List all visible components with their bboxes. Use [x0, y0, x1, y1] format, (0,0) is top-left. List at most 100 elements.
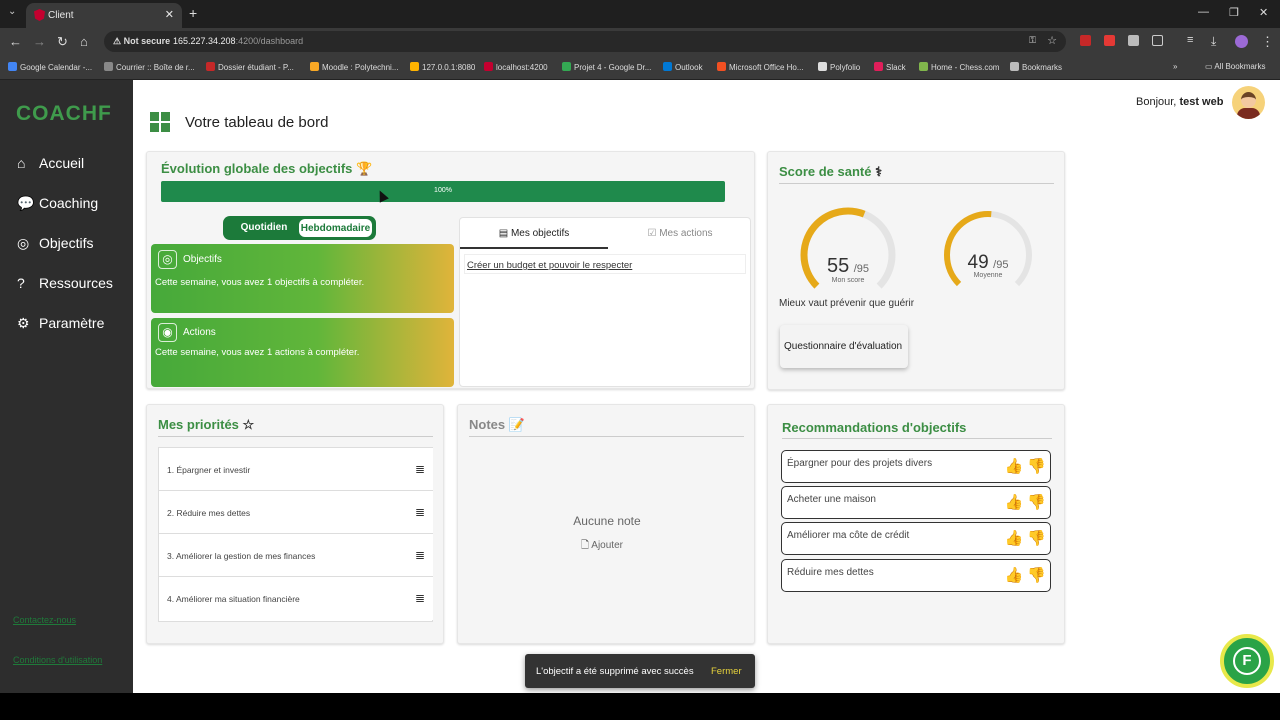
- priority-item[interactable]: 1. Épargner et investir ≣: [159, 448, 433, 491]
- bookmark-item[interactable]: Microsoft Office Ho...: [717, 62, 804, 72]
- thumbs-down-icon[interactable]: 👎: [1027, 458, 1046, 475]
- fab-logo-icon: F: [1233, 647, 1261, 675]
- actions-summary-card[interactable]: ◉ Actions Cette semaine, vous avez 1 act…: [151, 318, 454, 387]
- browser-tab[interactable]: Client ✕: [26, 3, 182, 28]
- close-tab-icon[interactable]: ✕: [165, 8, 174, 21]
- sidebar-item-coaching[interactable]: 💬 Coaching: [17, 195, 98, 212]
- forward-icon[interactable]: →: [33, 34, 46, 49]
- snackbar-close-button[interactable]: Fermer: [711, 666, 742, 677]
- restore-icon[interactable]: ❐: [1229, 6, 1239, 19]
- extensions-puzzle-icon[interactable]: [1152, 35, 1163, 46]
- drag-handle-icon[interactable]: ≣: [415, 505, 425, 519]
- chat-fab-button[interactable]: F: [1220, 634, 1274, 688]
- bookmark-item[interactable]: Courrier :: Boîte de r...: [104, 62, 195, 72]
- all-bookmarks-button[interactable]: ▭ All Bookmarks: [1205, 62, 1265, 71]
- sidebar-item-parametre[interactable]: ⚙ Paramètre: [17, 315, 104, 332]
- reload-icon[interactable]: ↻: [57, 34, 68, 50]
- not-secure-label[interactable]: ⚠ Not secure: [113, 36, 170, 47]
- thumbs-down-icon[interactable]: 👎: [1027, 530, 1046, 547]
- toggle-quotidien[interactable]: Quotidien: [229, 222, 299, 233]
- drag-handle-icon[interactable]: ≣: [415, 548, 425, 562]
- bookmark-item[interactable]: Dossier étudiant - P...: [206, 62, 294, 72]
- dashboard-icon: [150, 112, 170, 132]
- sidebar-item-accueil[interactable]: ⌂ Accueil: [17, 155, 84, 171]
- back-icon[interactable]: ←: [9, 34, 22, 49]
- thumbs-up-icon[interactable]: 👍: [1004, 458, 1023, 475]
- menu-kebab-icon[interactable]: ⋮: [1261, 34, 1274, 50]
- health-motto: Mieux vaut prévenir que guérir: [779, 298, 915, 309]
- my-score-label: Mon score: [831, 277, 865, 284]
- add-note-button[interactable]: 🗋 Ajouter: [581, 538, 623, 555]
- toggle-hebdomadaire[interactable]: Hebdomadaire: [299, 219, 372, 237]
- drag-handle-icon[interactable]: ≣: [415, 462, 425, 476]
- average-score-label: Moyenne: [973, 272, 1003, 279]
- app: COACHF ⌂ Accueil 💬 Coaching ◎ Objectifs ? Re…: [0, 80, 1280, 693]
- drag-handle-icon[interactable]: ≣: [415, 591, 425, 605]
- download-icon[interactable]: ⤓: [1211, 34, 1216, 49]
- new-tab-icon[interactable]: +: [189, 5, 197, 21]
- help-icon: ?: [17, 275, 25, 291]
- minimize-icon[interactable]: —: [1198, 6, 1209, 18]
- logo[interactable]: COACHF: [16, 102, 112, 126]
- media-queue-icon[interactable]: ≡: [1187, 34, 1193, 46]
- extension-icon[interactable]: [1080, 35, 1091, 46]
- priority-item[interactable]: 2. Réduire mes dettes ≣: [159, 491, 433, 534]
- more-bookmarks-icon[interactable]: »: [1173, 62, 1177, 71]
- objectives-progress-card: Évolution globale des objectifs 🏆 100% Q…: [146, 151, 755, 389]
- summary-objectifs-title: Objectifs: [183, 254, 222, 265]
- objectives-summary-card[interactable]: ◎ Objectifs Cette semaine, vous avez 1 o…: [151, 244, 454, 313]
- bookmark-favicon-icon: [8, 62, 17, 71]
- objectives-tabs-panel: ▤ Mes objectifs ☑ Mes actions Créer un b…: [459, 217, 751, 387]
- avatar[interactable]: [1232, 86, 1265, 119]
- priority-item[interactable]: 4. Améliorer ma situation financière ≣: [159, 577, 433, 620]
- target-icon: ◎: [17, 235, 30, 251]
- stethoscope-icon: ⚕: [875, 164, 883, 179]
- extension-icon[interactable]: [1104, 35, 1115, 46]
- bookmark-item[interactable]: localhost:4200: [484, 62, 548, 72]
- terms-link[interactable]: Conditions d'utilisation: [13, 655, 102, 665]
- bookmark-item[interactable]: Polyfolio: [818, 62, 860, 72]
- average-score-value: 49 /95: [967, 252, 1009, 273]
- bookmark-item[interactable]: 127.0.0.1:8080: [410, 62, 475, 72]
- thumbs-up-icon[interactable]: 👍: [1004, 567, 1023, 584]
- bookmark-item[interactable]: Home - Chess.com: [919, 62, 999, 72]
- objective-list-item[interactable]: Créer un budget et pouvoir le respecter: [464, 254, 746, 274]
- priority-item[interactable]: 3. Améliorer la gestion de mes finances ≣: [159, 534, 433, 577]
- bookmark-item[interactable]: Slack: [874, 62, 906, 72]
- bookmark-item[interactable]: Projet 4 - Google Dr...: [562, 62, 651, 72]
- bookmark-favicon-icon: [484, 62, 493, 71]
- bookmark-favicon-icon: [310, 62, 319, 71]
- bookmark-star-icon[interactable]: ☆: [1047, 34, 1057, 47]
- tab-mes-objectifs[interactable]: ▤ Mes objectifs: [460, 218, 608, 249]
- bookmark-item[interactable]: Moodle : Polytechni...: [310, 62, 398, 72]
- home-icon[interactable]: ⌂: [80, 34, 88, 49]
- profile-avatar-icon[interactable]: [1235, 35, 1248, 48]
- sidebar-item-ressources[interactable]: ? Ressources: [17, 275, 113, 291]
- bookmark-item[interactable]: Outlook: [663, 62, 703, 72]
- priorities-list: 1. Épargner et investir ≣ 2. Réduire mes …: [158, 447, 433, 622]
- thumbs-up-icon[interactable]: 👍: [1004, 494, 1023, 511]
- url-field[interactable]: ⚠ Not secure 165.227.34.208:4200/dashboa…: [104, 31, 1066, 52]
- checkbox-icon: ☑: [647, 228, 657, 239]
- star-icon: ☆: [242, 417, 255, 432]
- bookmark-item[interactable]: Google Calendar -...: [8, 62, 92, 72]
- my-score-value: 55 /95: [827, 255, 869, 277]
- sidebar-item-objectifs[interactable]: ◎ Objectifs: [17, 235, 93, 252]
- url-path: :4200/dashboard: [235, 36, 304, 46]
- close-window-icon[interactable]: ✕: [1259, 6, 1268, 19]
- summary-actions-text: Cette semaine, vous avez 1 actions à com…: [155, 347, 360, 358]
- tab-list-dropdown-icon[interactable]: ⌄: [8, 6, 16, 17]
- thumbs-down-icon[interactable]: 👎: [1027, 494, 1046, 511]
- actions-icon: ◉: [158, 323, 177, 342]
- recommendations-card: Recommandations d'objectifs Épargner pou…: [767, 404, 1065, 644]
- thumbs-up-icon[interactable]: 👍: [1004, 530, 1023, 547]
- notes-empty: Aucune note: [573, 514, 641, 528]
- thumbs-down-icon[interactable]: 👎: [1027, 567, 1046, 584]
- contact-link[interactable]: Contactez-nous: [13, 615, 76, 625]
- extension-icon[interactable]: [1128, 35, 1139, 46]
- tab-mes-actions[interactable]: ☑ Mes actions: [608, 218, 752, 249]
- notes-title: Notes 📝: [469, 417, 525, 432]
- questionnaire-button[interactable]: Questionnaire d'évaluation: [780, 325, 908, 368]
- bookmark-item[interactable]: Bookmarks: [1010, 62, 1062, 72]
- password-key-icon[interactable]: ⚿: [1029, 35, 1036, 46]
